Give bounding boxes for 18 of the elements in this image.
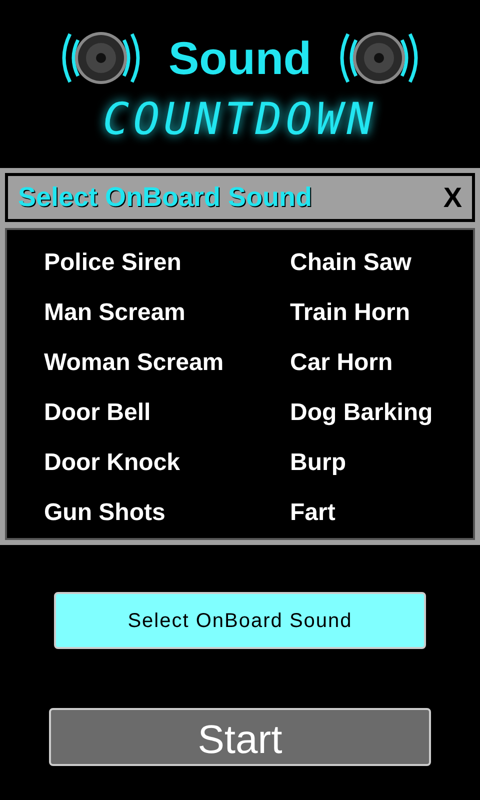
sound-item[interactable]: Police Siren <box>44 238 290 288</box>
start-button[interactable]: Start <box>49 708 431 766</box>
sound-item[interactable]: Door Knock <box>44 438 290 488</box>
logo-subtitle: COUNTDOWN <box>102 98 378 142</box>
sound-item[interactable]: Car Horn <box>290 338 473 388</box>
sound-item[interactable]: Train Horn <box>290 288 473 338</box>
logo-title: Sound <box>168 35 312 81</box>
sound-item[interactable]: Door Bell <box>44 388 290 438</box>
sound-item[interactable]: Burp <box>290 438 473 488</box>
sound-item[interactable]: Dog Barking <box>290 388 473 438</box>
select-sound-button[interactable]: Select OnBoard Sound <box>54 592 426 649</box>
sound-item[interactable]: Fart <box>290 488 473 538</box>
sound-item[interactable]: Chain Saw <box>290 238 473 288</box>
close-button[interactable]: X <box>443 176 462 218</box>
sound-item[interactable]: Man Scream <box>44 288 290 338</box>
sound-item[interactable]: Woman Scream <box>44 338 290 388</box>
dialog-title: Select OnBoard Sound <box>18 181 312 214</box>
sound-item[interactable]: Gun Shots <box>44 488 290 538</box>
